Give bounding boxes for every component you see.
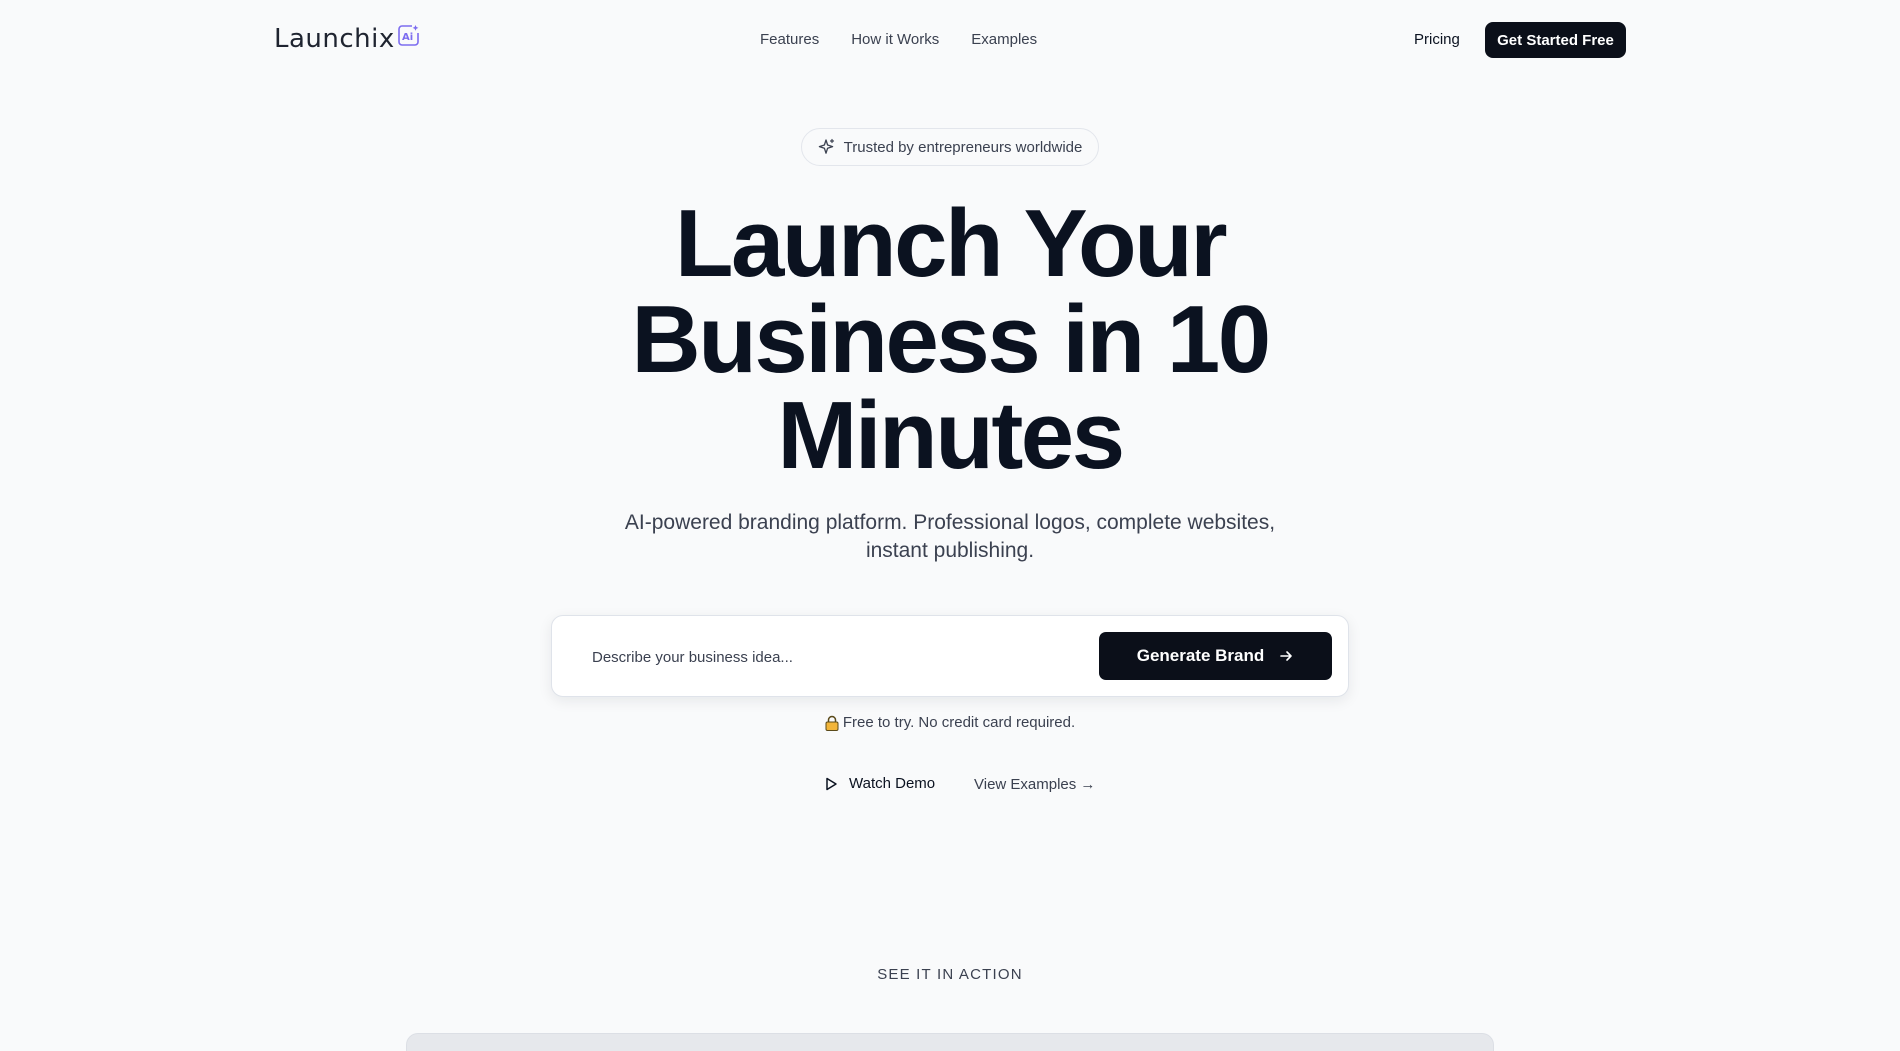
section-label: SEE IT IN ACTION: [877, 966, 1023, 983]
demo-preview-frame: [406, 1033, 1494, 1051]
nav-link-pricing[interactable]: Pricing: [1414, 28, 1460, 52]
hero-subtitle: AI-powered branding platform. Profession…: [624, 511, 1276, 562]
main-nav: Features How it Works Examples: [760, 28, 1069, 52]
free-note: Free to try. No credit card required.: [700, 713, 1200, 733]
trust-badge: Trusted by entrepreneurs worldwide: [801, 128, 1099, 166]
watch-demo-label: Watch Demo: [849, 775, 936, 792]
hero-title-line-3: Minutes: [777, 382, 1125, 489]
generate-brand-label: Generate Brand: [1136, 646, 1265, 665]
svg-text:Ai: Ai: [402, 32, 413, 43]
arrow-right-icon: [1280, 651, 1293, 661]
logo-text: Launchix: [274, 24, 395, 54]
top-navbar: Launchix Ai Features How it Works Exampl…: [0, 0, 1900, 80]
nav-link-features[interactable]: Features: [760, 28, 819, 52]
brand-generator-card: Generate Brand: [551, 615, 1349, 697]
ai-badge-icon: Ai: [397, 25, 419, 46]
hero-title-line-2: Business in 10: [631, 286, 1271, 393]
sparkle-icon: [818, 138, 834, 154]
get-started-button[interactable]: Get Started Free: [1485, 22, 1626, 58]
play-icon: [826, 777, 837, 790]
nav-link-examples[interactable]: Examples: [971, 28, 1037, 52]
business-idea-input[interactable]: [592, 640, 1072, 674]
trust-badge-text: Trusted by entrepreneurs worldwide: [843, 138, 1083, 156]
watch-demo-link[interactable]: Watch Demo: [823, 775, 935, 792]
view-examples-link[interactable]: View Examples →: [974, 775, 1095, 795]
hero-title: Launch Your Business in 10 Minutes: [500, 196, 1400, 484]
hero-title-line-1: Launch Your: [674, 190, 1228, 297]
nav-link-how-it-works[interactable]: How it Works: [851, 28, 939, 52]
lock-icon: [825, 715, 839, 731]
free-note-text: Free to try. No credit card required.: [842, 714, 1076, 731]
generate-brand-button[interactable]: Generate Brand: [1099, 632, 1332, 680]
logo[interactable]: Launchix Ai: [274, 22, 420, 56]
